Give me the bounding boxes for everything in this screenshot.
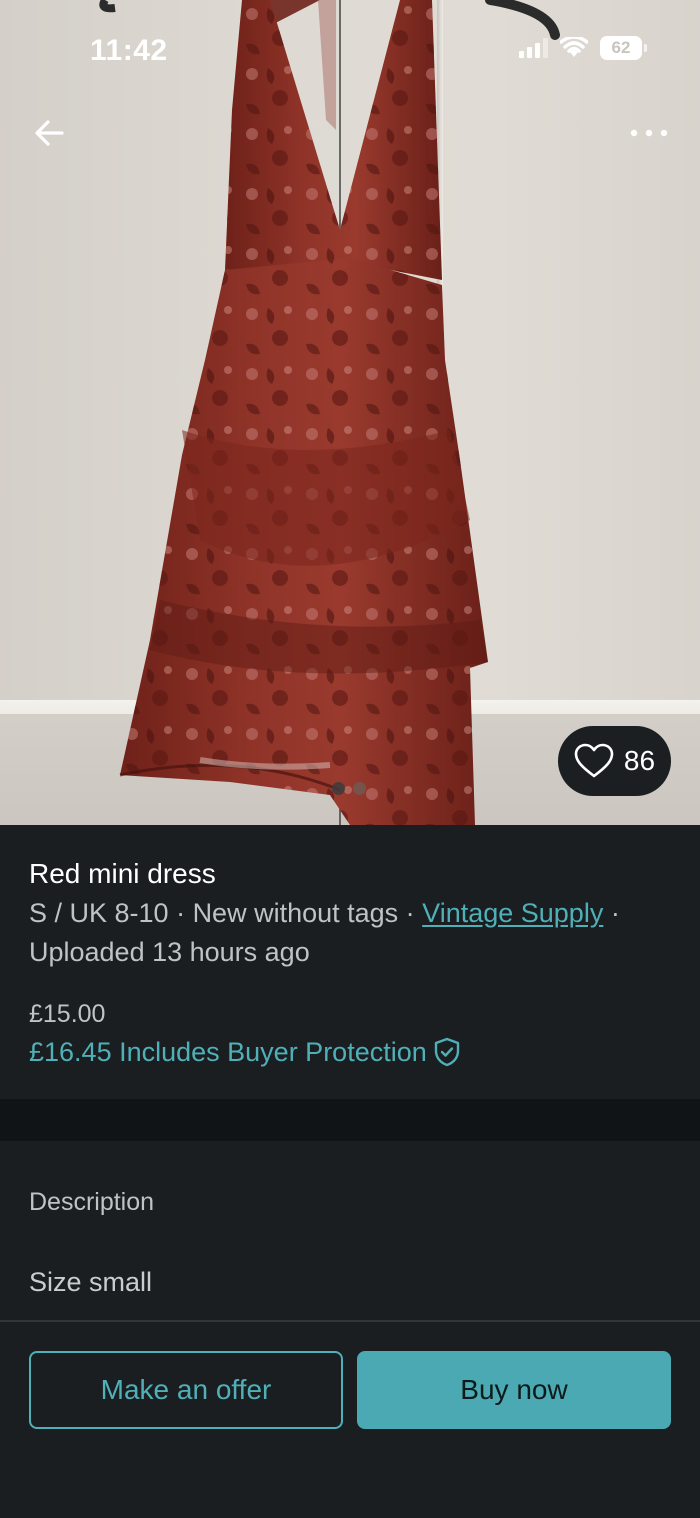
- battery-level: 62: [611, 38, 631, 57]
- image-carousel-indicator[interactable]: [332, 782, 366, 795]
- meta-separator: ·: [168, 898, 193, 928]
- more-options-button[interactable]: [624, 110, 674, 156]
- more-horizontal-icon: [630, 129, 668, 137]
- upload-time: Uploaded 13 hours ago: [29, 937, 310, 967]
- meta-separator: ·: [398, 898, 423, 928]
- action-bar: Make an offer Buy now: [0, 1322, 700, 1518]
- item-meta: S / UK 8-10 · New without tags · Vintage…: [29, 894, 679, 972]
- description-section: Description Size small: [0, 1141, 700, 1321]
- product-photo[interactable]: 11:42 62 86: [0, 0, 700, 825]
- make-offer-button[interactable]: Make an offer: [29, 1351, 343, 1429]
- item-price: £15.00: [29, 1000, 106, 1028]
- carousel-dot[interactable]: [353, 782, 366, 795]
- description-label: Description: [29, 1188, 155, 1216]
- buy-now-button[interactable]: Buy now: [357, 1351, 671, 1429]
- meta-separator: ·: [603, 898, 620, 928]
- buyer-protection-link[interactable]: £16.45 Includes Buyer Protection: [29, 1034, 461, 1070]
- arrow-left-icon: [35, 120, 64, 146]
- description-text: Size small: [29, 1267, 153, 1297]
- wifi-icon: [560, 37, 588, 57]
- shield-check-icon: [434, 1037, 459, 1067]
- back-button[interactable]: [26, 110, 72, 156]
- status-bar: 11:42 62: [0, 0, 700, 100]
- dress-image: [99, 0, 560, 825]
- favourite-button[interactable]: 86: [558, 726, 671, 796]
- item-size: S / UK 8-10: [29, 898, 169, 928]
- status-icons: 62: [519, 36, 647, 60]
- section-separator: [0, 1099, 700, 1141]
- listing-screen: 11:42 62 86 Red mini dress S / UK 8-10 ·…: [0, 0, 700, 1518]
- item-title: Red mini dress: [29, 858, 216, 889]
- carousel-dot-active[interactable]: [332, 782, 345, 795]
- heart-icon: [574, 743, 614, 778]
- favourite-count: 86: [623, 745, 656, 776]
- item-info: Red mini dress S / UK 8-10 · New without…: [0, 825, 700, 1099]
- battery-icon: 62: [600, 36, 647, 60]
- status-time: 11:42: [90, 34, 168, 67]
- item-condition: New without tags: [192, 898, 399, 928]
- seller-link[interactable]: Vintage Supply: [422, 898, 603, 928]
- signal-icon: [519, 38, 548, 58]
- price-with-protection: £16.45 Includes Buyer Protection: [29, 1037, 427, 1067]
